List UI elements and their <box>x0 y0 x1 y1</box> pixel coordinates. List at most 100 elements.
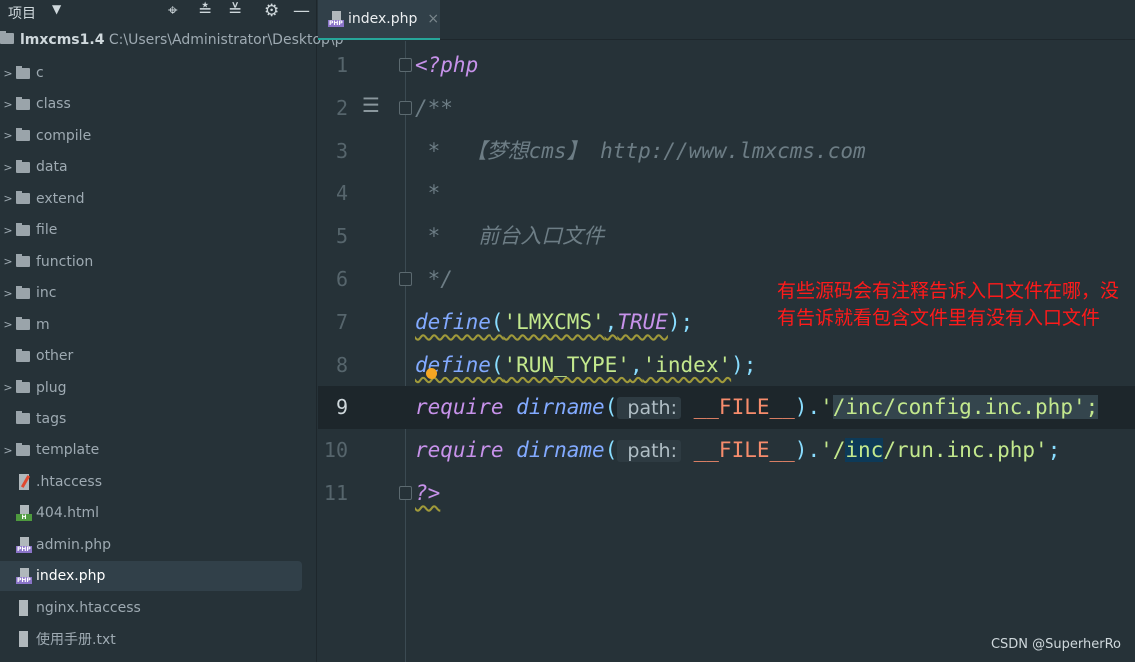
code-token: * 前台入口文件 <box>415 224 605 249</box>
folder-icon <box>16 96 30 110</box>
fold-marker-icon[interactable] <box>399 272 412 286</box>
chevron-right-icon[interactable]: > <box>0 224 16 237</box>
folder-icon <box>16 348 30 362</box>
fold-marker-icon[interactable] <box>399 486 412 500</box>
code-line[interactable]: * 【梦想cms】 http://www.lmxcms.com <box>415 130 866 173</box>
tree-item-label: class <box>36 96 71 113</box>
code-line[interactable]: define('LMXCMS',TRUE); <box>415 301 693 344</box>
tree-item-label: data <box>36 159 68 176</box>
folder-icon <box>16 191 30 205</box>
chevron-right-icon[interactable]: > <box>0 161 16 174</box>
code-token: 'LMXCMS' <box>503 309 605 334</box>
tab-index-php[interactable]: index.php × <box>318 0 440 40</box>
tree-item[interactable]: > function <box>0 247 302 277</box>
folder-icon <box>16 159 30 173</box>
folder-icon <box>16 380 30 393</box>
line-number: 8 <box>335 352 348 377</box>
locate-icon[interactable]: ⌖ <box>168 1 178 21</box>
code-line[interactable]: * <box>415 172 441 215</box>
chevron-right-icon[interactable]: > <box>0 444 16 457</box>
code-token: ( <box>490 309 504 334</box>
gear-icon[interactable]: ⚙ <box>264 1 279 21</box>
chevron-right-icon[interactable]: > <box>0 192 16 205</box>
ht-file-icon <box>16 473 32 490</box>
tree-item[interactable]: nginx.htaccess <box>0 593 302 623</box>
tree-item[interactable]: > file <box>0 215 302 245</box>
folder-icon <box>16 411 30 425</box>
chevron-right-icon[interactable]: > <box>0 98 16 111</box>
chevron-right-icon[interactable]: > <box>0 318 16 331</box>
line-number: 10 <box>323 438 348 463</box>
code-line[interactable]: <?php <box>415 44 478 87</box>
chevron-right-icon[interactable]: > <box>0 287 16 300</box>
minimize-icon[interactable]: — <box>293 1 310 21</box>
tree-item-label: 404.html <box>36 505 100 522</box>
line-number: 4 <box>335 181 348 206</box>
folder-icon <box>16 128 30 142</box>
code-token: dirname <box>516 395 605 420</box>
chevron-right-icon[interactable]: > <box>0 255 16 268</box>
lightbulb-icon[interactable] <box>426 368 437 379</box>
tree-item-label: index.php <box>36 568 106 585</box>
chevron-right-icon[interactable]: > <box>0 67 16 80</box>
line-number: 9 <box>335 395 348 420</box>
code-token: require <box>415 438 504 463</box>
tree-item[interactable]: > data <box>0 152 302 182</box>
expand-all-icon[interactable]: ≛ <box>198 1 212 21</box>
chevron-right-icon[interactable]: > <box>0 129 16 142</box>
tree-item[interactable]: > compile <box>0 121 302 151</box>
project-view-title[interactable]: 项目 <box>8 3 36 23</box>
code-token: * 【梦想cms】 http://www.lmxcms.com <box>415 138 866 163</box>
code-line[interactable]: require dirname( path: __FILE__).'/inc/c… <box>415 386 1099 429</box>
tree-item[interactable]: admin.php <box>0 530 302 560</box>
code-line[interactable]: /** <box>415 87 453 130</box>
doc-comment-icon[interactable]: ☰ <box>362 93 380 117</box>
code-line[interactable]: */ <box>415 258 453 301</box>
chevron-right-icon[interactable]: > <box>0 381 16 394</box>
tree-item[interactable]: > m <box>0 310 302 340</box>
tree-item-label: admin.php <box>36 536 111 553</box>
collapse-all-icon[interactable]: ≚ <box>228 1 242 21</box>
code-token: path: <box>617 440 681 463</box>
tree-item[interactable]: other <box>0 341 302 371</box>
code-line[interactable]: * 前台入口文件 <box>415 215 605 258</box>
tree-item-label: m <box>36 316 50 333</box>
txt-file-icon <box>16 631 32 648</box>
tree-item[interactable]: 404.html <box>0 498 302 528</box>
chevron-down-icon[interactable]: ▼ <box>52 2 61 16</box>
project-root[interactable]: lmxcms1.4 C:\Users\Administrator\Desktop… <box>0 31 344 48</box>
tree-item[interactable]: > template <box>0 435 302 465</box>
tree-item[interactable]: > c <box>0 58 302 88</box>
folder-icon <box>16 254 30 268</box>
code-line[interactable]: require dirname( path: __FILE__).'/inc/r… <box>415 429 1060 472</box>
code-token: ). <box>794 438 821 463</box>
line-number: 1 <box>335 53 348 77</box>
root-path: C:\Users\Administrator\Desktop\p <box>108 32 344 48</box>
code-line[interactable]: define('RUN_TYPE','index'); <box>415 344 756 387</box>
tree-item-label: tags <box>36 410 67 427</box>
fold-marker-icon[interactable] <box>399 58 412 72</box>
code-token: 'RUN_TYPE' <box>503 352 630 377</box>
code-line[interactable]: ?> <box>415 472 440 515</box>
tree-item[interactable]: 使用手册.txt <box>0 624 302 654</box>
tree-item-label: other <box>36 348 74 365</box>
sidebar-header: 项目 ▼ ⌖ ≛ ≚ ⚙ — <box>0 0 316 24</box>
editor-tab-bar: index.php × <box>318 0 1135 40</box>
tree-item[interactable]: > class <box>0 89 302 119</box>
tree-item[interactable]: > plug <box>0 373 302 403</box>
fold-guide <box>405 41 406 662</box>
tree-item[interactable]: tags <box>0 404 302 434</box>
tree-item[interactable]: > extend <box>0 184 302 214</box>
tree-item[interactable]: index.php <box>0 561 302 592</box>
close-icon[interactable]: × <box>427 11 439 27</box>
fold-marker-icon[interactable] <box>399 100 412 115</box>
code-editor[interactable]: 1 <?php 2 /** 3 * 【梦想cms】 http://www.lmxcms.… <box>318 41 1135 662</box>
line-number: 3 <box>335 138 348 163</box>
tree-item[interactable]: .htaccess <box>0 467 302 497</box>
line-number: 5 <box>335 224 348 249</box>
tree-item[interactable]: > inc <box>0 278 302 308</box>
code-token: define <box>415 309 491 334</box>
